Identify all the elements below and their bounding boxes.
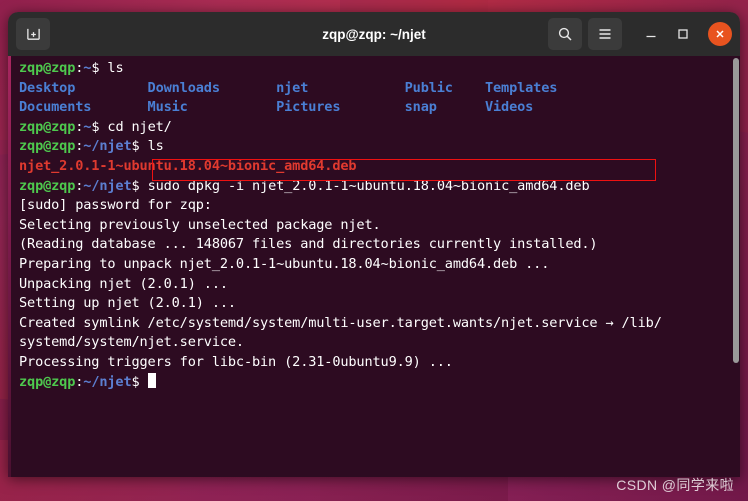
terminal-cursor bbox=[147, 372, 156, 388]
scrollbar-thumb[interactable] bbox=[733, 58, 739, 363]
deb-package-name: njet_2.0.1-1~ubuntu.18.04~bionic_amd64.d… bbox=[19, 157, 357, 174]
terminal-line-output: [sudo] password for zqp: bbox=[19, 196, 728, 216]
prompt-sign: $ bbox=[131, 138, 140, 155]
terminal-line-ls: Documents Music Pictures snap Videos bbox=[19, 98, 728, 118]
terminal-command-text: ls bbox=[99, 60, 124, 76]
prompt-path: ~/njet bbox=[83, 373, 132, 390]
prompt-user: zqp@zqp bbox=[19, 118, 76, 135]
terminal-line-package-file: njet_2.0.1-1~ubuntu.18.04~bionic_amd64.d… bbox=[19, 157, 728, 177]
terminal-output-text: Setting up njet (2.0.1) ... bbox=[19, 295, 236, 312]
terminal-output-text: Processing triggers for libc-bin (2.31-0… bbox=[19, 353, 453, 370]
terminal-command-text: sudo dpkg -i njet_2.0.1-1~ubuntu.18.04~b… bbox=[139, 177, 590, 194]
search-icon[interactable] bbox=[548, 18, 582, 50]
terminal-line-output: Processing triggers for libc-bin (2.31-0… bbox=[19, 353, 728, 373]
prompt-sign: $ bbox=[131, 373, 140, 390]
terminal-scrollbar[interactable] bbox=[732, 56, 740, 477]
terminal-output-text: (Reading database ... 148067 files and d… bbox=[19, 236, 598, 253]
terminal-command-text: cd njet/ bbox=[99, 118, 172, 135]
terminal-line-output: Preparing to unpack njet_2.0.1-1~ubuntu.… bbox=[19, 255, 728, 275]
titlebar-controls bbox=[548, 18, 732, 50]
terminal-line-command: zqp@zqp:~/njet$ ls bbox=[19, 137, 728, 157]
close-icon[interactable] bbox=[708, 22, 732, 46]
terminal-line-output: Setting up njet (2.0.1) ... bbox=[19, 294, 728, 314]
terminal-line-output: systemd/system/njet.service. bbox=[19, 333, 728, 353]
terminal-command-text bbox=[140, 374, 148, 390]
new-tab-button[interactable] bbox=[16, 18, 50, 50]
terminal-line-active-prompt: zqp@zqp:~/njet$ bbox=[19, 372, 728, 393]
maximize-icon[interactable] bbox=[670, 21, 696, 47]
prompt-user: zqp@zqp bbox=[19, 373, 76, 390]
terminal-output-text: Created symlink /etc/systemd/system/mult… bbox=[19, 314, 662, 331]
prompt-user: zqp@zqp bbox=[19, 177, 76, 194]
terminal-line-output: Unpacking njet (2.0.1) ... bbox=[19, 275, 728, 295]
terminal-line-command: zqp@zqp:~$ ls bbox=[19, 59, 728, 79]
terminal-line-ls: Desktop Downloads njet Public Templates bbox=[19, 79, 728, 99]
terminal-line-command: zqp@zqp:~/njet$ sudo dpkg -i njet_2.0.1-… bbox=[19, 177, 728, 197]
terminal-line-output: (Reading database ... 148067 files and d… bbox=[19, 235, 728, 255]
window-titlebar: zqp@zqp: ~/njet bbox=[8, 12, 740, 56]
minimize-icon[interactable] bbox=[638, 21, 664, 47]
window-left-edge bbox=[8, 56, 11, 477]
terminal-line-output: Selecting previously unselected package … bbox=[19, 216, 728, 236]
terminal-output-text: systemd/system/njet.service. bbox=[19, 334, 244, 351]
prompt-sign: $ bbox=[131, 177, 140, 194]
terminal-line-output: Created symlink /etc/systemd/system/mult… bbox=[19, 314, 728, 334]
terminal-screen[interactable]: zqp@zqp:~$ ls Desktop Downloads njet Publ… bbox=[19, 59, 728, 477]
terminal-output-text: Selecting previously unselected package … bbox=[19, 216, 381, 233]
prompt-path: ~/njet bbox=[83, 177, 132, 194]
terminal-output-text: Unpacking njet (2.0.1) ... bbox=[19, 275, 228, 292]
hamburger-menu-icon[interactable] bbox=[588, 18, 622, 50]
terminal-output-text: [sudo] password for zqp: bbox=[19, 197, 212, 214]
terminal-command-text: ls bbox=[139, 138, 164, 155]
terminal-window: zqp@zqp: ~/njet zqp@zqp:~$ ls Desktop Do… bbox=[8, 12, 740, 477]
prompt-user: zqp@zqp bbox=[19, 138, 76, 155]
terminal-body[interactable]: zqp@zqp:~$ ls Desktop Downloads njet Publ… bbox=[8, 56, 740, 477]
prompt-user: zqp@zqp bbox=[19, 60, 76, 76]
terminal-line-command: zqp@zqp:~$ cd njet/ bbox=[19, 118, 728, 138]
terminal-output-text: Preparing to unpack njet_2.0.1-1~ubuntu.… bbox=[19, 255, 550, 272]
prompt-path: ~/njet bbox=[83, 138, 132, 155]
directory-entry: Documents Music Pictures snap Videos bbox=[19, 99, 534, 116]
desktop-background: zqp@zqp: ~/njet zqp@zqp:~$ ls Desktop Do… bbox=[0, 0, 748, 501]
directory-entry: Desktop Downloads njet Public Templates bbox=[19, 79, 558, 96]
